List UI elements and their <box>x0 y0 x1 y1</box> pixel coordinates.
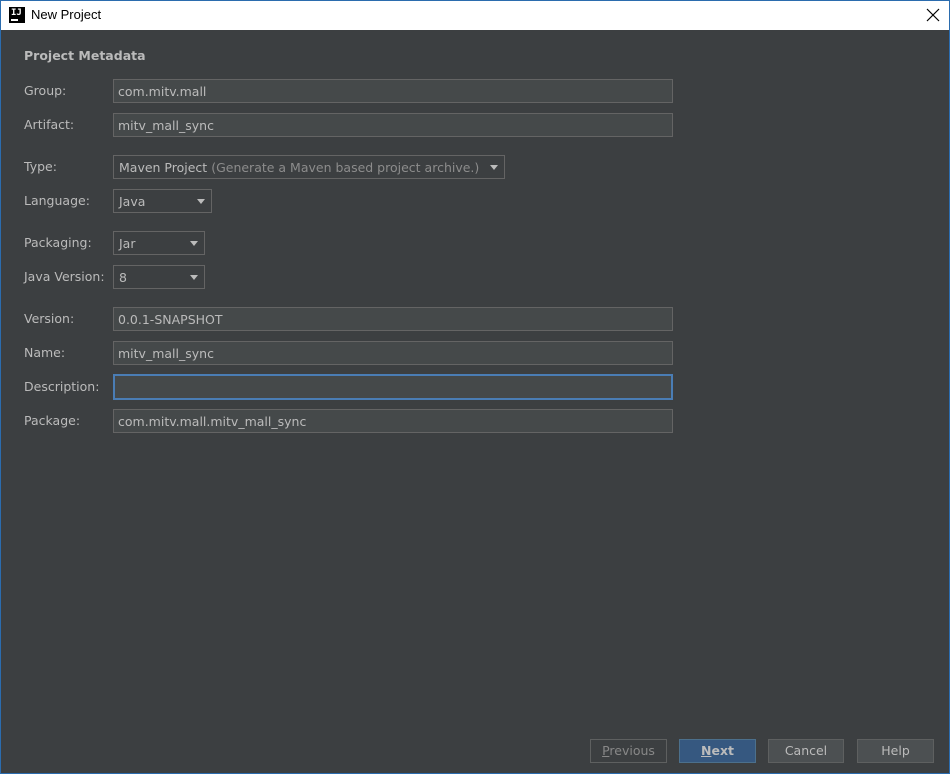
language-dropdown[interactable]: Java <box>113 189 212 213</box>
name-label: Name: <box>24 345 66 360</box>
chevron-down-icon <box>190 241 198 246</box>
packaging-value: Jar <box>119 236 136 251</box>
java-version-dropdown[interactable]: 8 <box>113 265 205 289</box>
language-label: Language: <box>24 193 90 208</box>
close-icon <box>926 8 940 22</box>
app-icon-bar <box>11 19 18 21</box>
type-label: Type: <box>24 159 57 174</box>
chevron-down-icon <box>197 199 205 204</box>
previous-label-rest: revious <box>609 743 655 758</box>
java-version-value: 8 <box>119 270 127 285</box>
type-value: Maven Project <box>119 160 208 175</box>
artifact-label: Artifact: <box>24 117 75 132</box>
language-value: Java <box>119 194 146 209</box>
window-title: New Project <box>31 7 102 22</box>
version-label: Version: <box>24 311 75 326</box>
version-field[interactable]: 0.0.1-SNAPSHOT <box>113 307 673 331</box>
type-hint: (Generate a Maven based project archive.… <box>211 160 480 175</box>
description-field[interactable] <box>113 374 673 400</box>
java-version-label: Java Version: <box>24 269 105 284</box>
packaging-label: Packaging: <box>24 235 92 250</box>
artifact-field[interactable]: mitv_mall_sync <box>113 113 673 137</box>
next-button[interactable]: Next <box>679 739 756 763</box>
package-label: Package: <box>24 413 81 428</box>
type-dropdown[interactable]: Maven Project (Generate a Maven based pr… <box>113 155 505 179</box>
group-label: Group: <box>24 83 67 98</box>
group-field[interactable]: com.mitv.mall <box>113 79 673 103</box>
intellij-icon: IJ <box>9 7 25 23</box>
description-label: Description: <box>24 379 100 394</box>
packaging-dropdown[interactable]: Jar <box>113 231 205 255</box>
package-field[interactable]: com.mitv.mall.mitv_mall_sync <box>113 409 673 433</box>
app-icon-text: IJ <box>11 8 22 18</box>
cancel-button[interactable]: Cancel <box>768 739 844 763</box>
name-field[interactable]: mitv_mall_sync <box>113 341 673 365</box>
section-title: Project Metadata <box>24 48 146 63</box>
title-bar[interactable]: IJ New Project <box>1 1 949 30</box>
help-button[interactable]: Help <box>857 739 934 763</box>
close-button[interactable] <box>917 1 949 30</box>
chevron-down-icon <box>490 165 498 170</box>
previous-button[interactable]: Previous <box>590 739 667 763</box>
next-mnemonic: N <box>701 743 712 758</box>
chevron-down-icon <box>190 275 198 280</box>
next-label-rest: ext <box>711 743 734 758</box>
new-project-dialog: IJ New Project Project Metadata Group: c… <box>0 0 950 774</box>
